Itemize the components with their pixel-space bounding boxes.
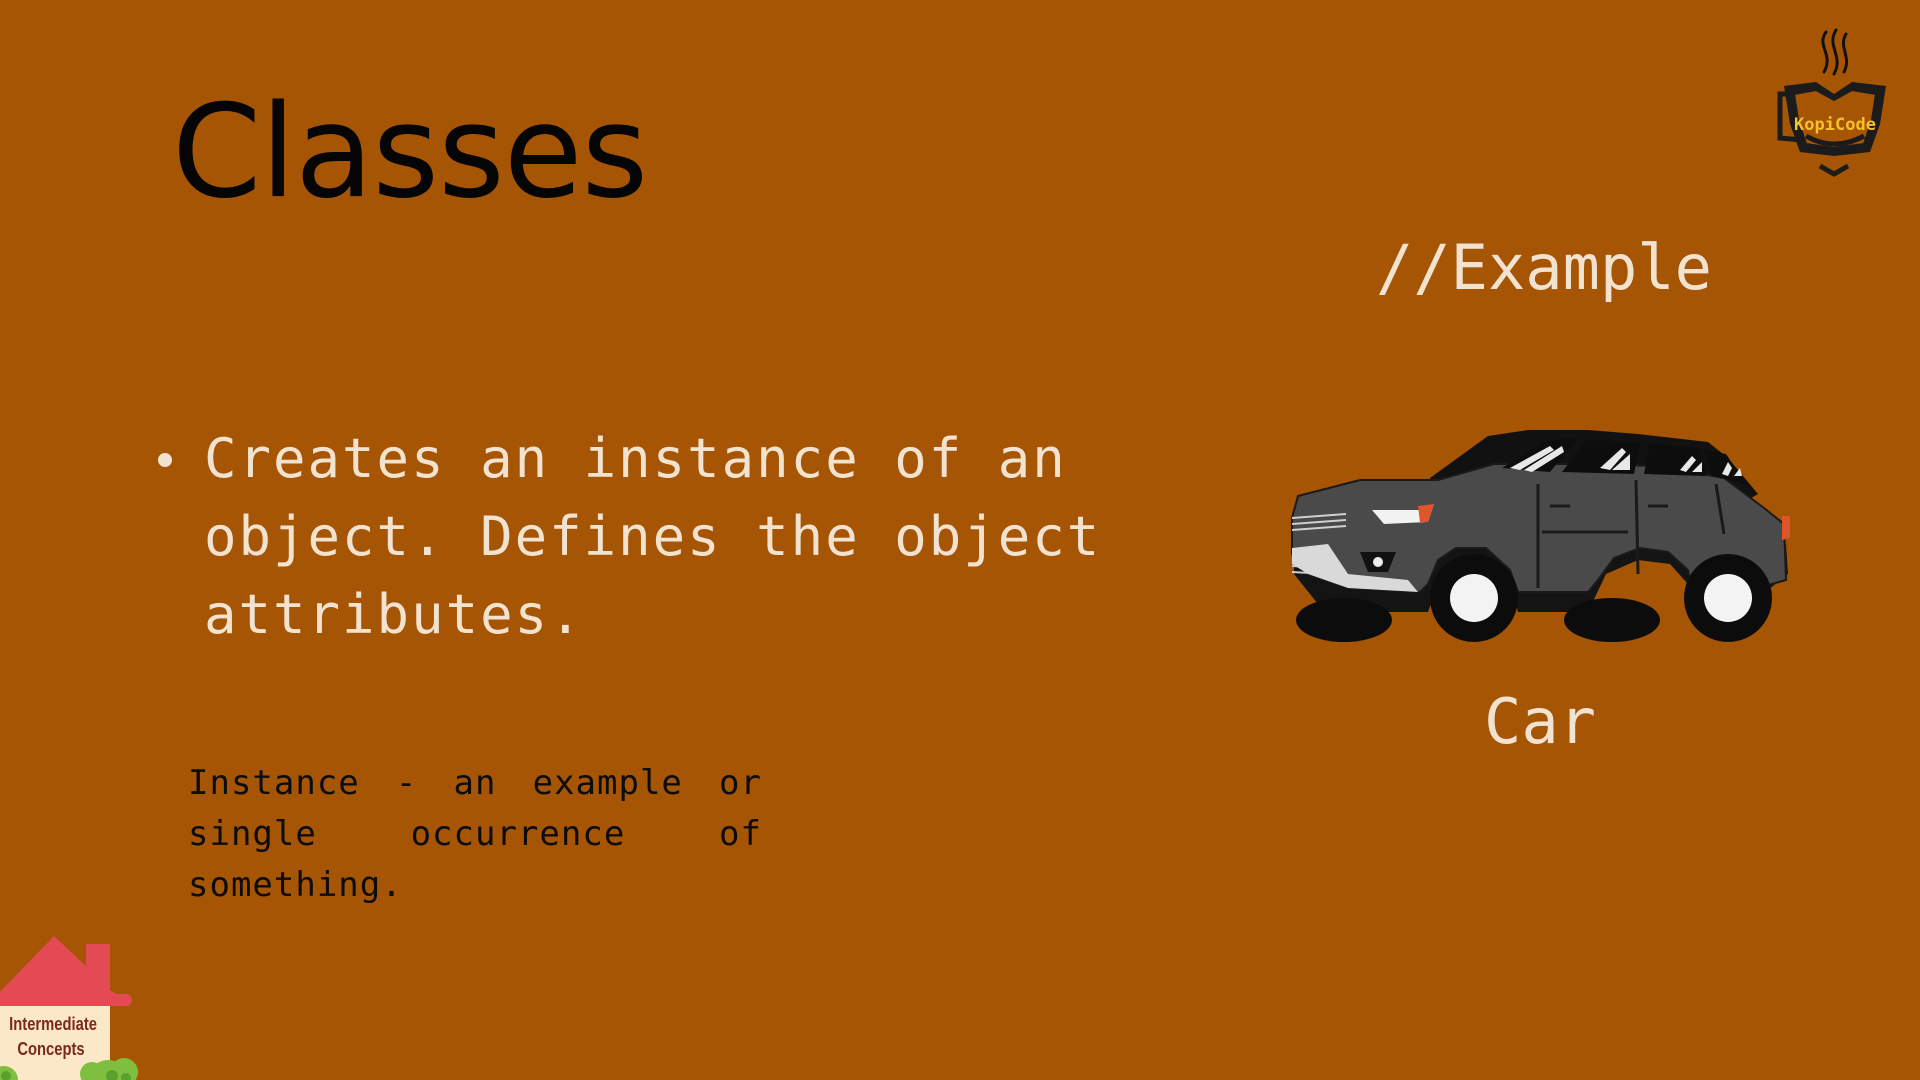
steam-icon (1821, 28, 1849, 76)
car-illustration (1291, 430, 1790, 642)
car-caption: Car (1484, 685, 1596, 758)
bullet-text: Creates an instance of an object. Define… (204, 427, 1102, 646)
bullet-dot (158, 453, 172, 467)
rear-wheel (1684, 554, 1772, 642)
logo-text: KopiCode (1794, 115, 1876, 135)
example-heading: //Example (1376, 231, 1712, 304)
badge-label: Intermediate Concepts (9, 1014, 97, 1059)
instance-definition: Instance - an example or single occurren… (188, 763, 762, 905)
kopicode-logo: KopiCode (1777, 28, 1886, 177)
slide-title: Classes (172, 78, 648, 227)
front-wheel (1430, 554, 1518, 642)
